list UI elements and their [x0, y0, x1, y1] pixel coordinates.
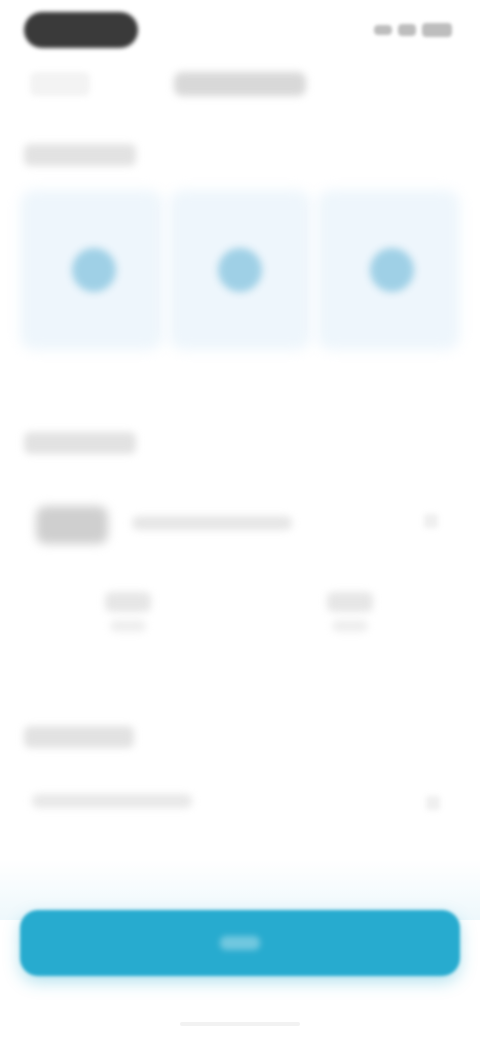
option-icon [72, 248, 116, 292]
primary-action-button[interactable] [20, 910, 460, 976]
item-row[interactable] [24, 496, 456, 556]
stat-sub [110, 620, 146, 632]
home-indicator[interactable] [180, 1022, 300, 1026]
status-icons [374, 22, 452, 38]
select-dropdown[interactable] [24, 778, 456, 828]
camera-cutout [24, 12, 138, 48]
wifi-icon [398, 24, 416, 36]
page-title [174, 72, 306, 96]
section-title-select [24, 726, 134, 748]
stat-block-1 [98, 586, 158, 642]
signal-icon [374, 25, 392, 35]
stat-sub [332, 620, 368, 632]
section-title-item [24, 432, 136, 454]
stat-value [327, 592, 373, 612]
app-screen [0, 0, 480, 1040]
option-icon [218, 248, 262, 292]
item-name [132, 516, 292, 530]
chevron-right-icon [424, 514, 438, 528]
select-value [32, 794, 192, 808]
header [0, 62, 480, 110]
section-title-options [24, 144, 136, 166]
stat-block-2 [320, 586, 380, 642]
item-thumbnail [36, 506, 108, 544]
primary-action-label [220, 936, 260, 950]
stat-value [105, 592, 151, 612]
option-icon [370, 248, 414, 292]
battery-icon [422, 23, 452, 37]
chevron-down-icon [426, 796, 440, 810]
status-bar [0, 0, 480, 60]
back-button[interactable] [30, 72, 90, 96]
